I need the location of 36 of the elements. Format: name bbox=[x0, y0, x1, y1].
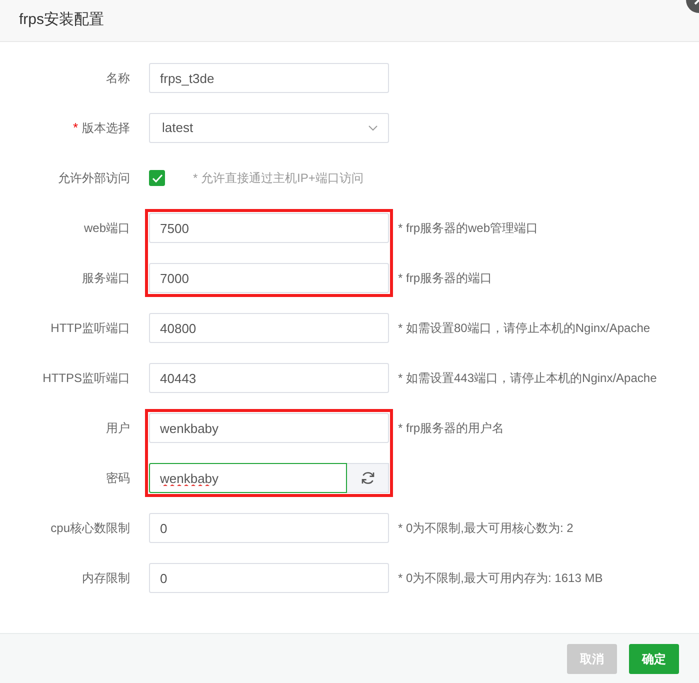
checkbox[interactable] bbox=[149, 170, 165, 186]
field-label: HTTP监听端口 bbox=[50, 320, 130, 337]
regenerate-button[interactable] bbox=[347, 463, 389, 493]
text-field[interactable]: 0 bbox=[149, 513, 389, 543]
field-label: 用户 bbox=[106, 420, 130, 437]
text-field[interactable]: 7500 bbox=[149, 213, 389, 243]
hint-text: * frp服务器的用户名 bbox=[398, 420, 504, 437]
required-mark: * bbox=[72, 119, 78, 138]
field-label: HTTPS监听端口 bbox=[42, 370, 130, 387]
field-label: 密码 bbox=[106, 470, 130, 487]
password-field[interactable]: wenkbaby bbox=[149, 463, 347, 493]
hint-text: * frp服务器的端口 bbox=[398, 270, 492, 287]
field-label: 内存限制 bbox=[82, 570, 130, 587]
text-field[interactable]: 40800 bbox=[149, 313, 389, 343]
chevron-down-icon bbox=[368, 125, 378, 131]
text-field[interactable]: frps_t3de bbox=[149, 63, 389, 93]
hint-text: * 0为不限制,最大可用内存为: 1613 MB bbox=[398, 570, 603, 587]
text-field[interactable]: 7000 bbox=[149, 263, 389, 293]
dialog-title: frps安装配置 bbox=[19, 10, 104, 30]
hint-text: * frp服务器的web管理端口 bbox=[398, 220, 538, 237]
hint-text: * 允许直接通过主机IP+端口访问 bbox=[193, 170, 364, 187]
hint-text: * 如需设置80端口，请停止本机的Nginx/Apache bbox=[398, 320, 650, 337]
version-dropdown[interactable]: latest bbox=[149, 113, 389, 143]
hint-text: * 0为不限制,最大可用核心数为: 2 bbox=[398, 520, 574, 537]
text-field[interactable]: 40443 bbox=[149, 363, 389, 393]
field-label: web端口 bbox=[84, 220, 130, 237]
refresh-icon bbox=[360, 471, 374, 485]
field-label: 允许外部访问 bbox=[58, 170, 130, 187]
text-field[interactable]: wenkbaby bbox=[149, 413, 389, 443]
check-icon bbox=[152, 174, 162, 182]
text-field[interactable]: 0 bbox=[149, 563, 389, 593]
field-label: 服务端口 bbox=[82, 270, 130, 287]
field-label: cpu核心数限制 bbox=[50, 520, 130, 537]
hint-text: * 如需设置443端口，请停止本机的Nginx/Apache bbox=[398, 370, 657, 387]
field-label: 版本选择 bbox=[82, 120, 130, 137]
field-label: 名称 bbox=[106, 70, 130, 87]
